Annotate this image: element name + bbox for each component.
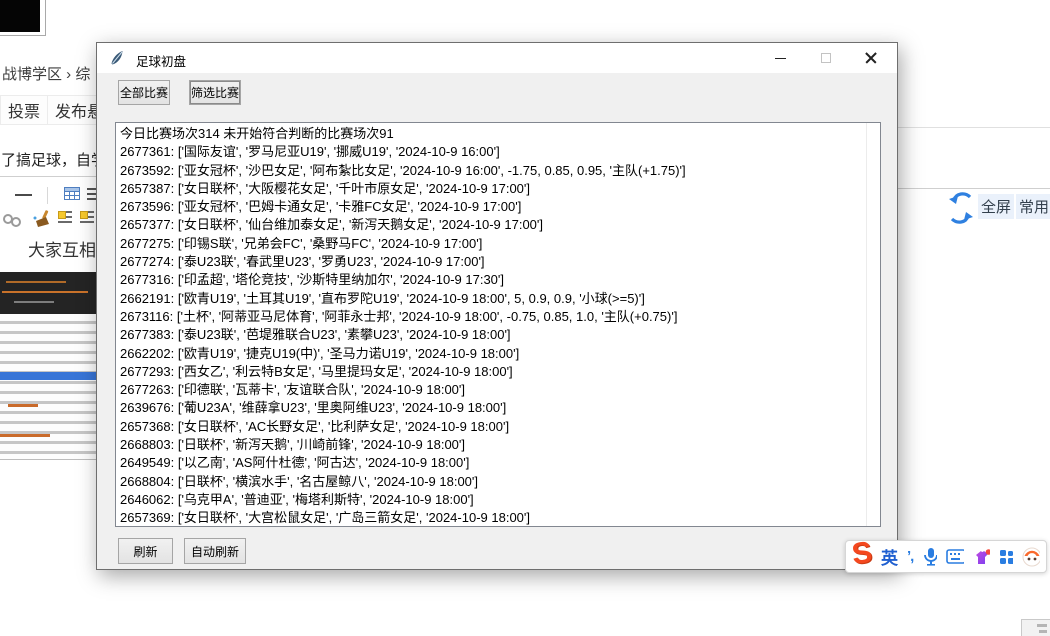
title-field-underline (0, 176, 96, 177)
taskbar-flyout-fragment (1021, 619, 1050, 636)
apps-grid-icon[interactable] (999, 549, 1013, 565)
window-title: 足球初盘 (136, 51, 186, 70)
log-line: 2646062: ['乌克甲A', '普迪亚', '梅塔利斯特', '2024-… (120, 491, 864, 509)
log-line: 2662202: ['欧青U19', '捷克U19(中)', '圣马力诺U19'… (120, 345, 864, 363)
redo-icon[interactable] (948, 211, 974, 227)
filter-matches-button[interactable]: 筛选比赛 (189, 80, 241, 105)
all-matches-button[interactable]: 全部比赛 (118, 80, 170, 105)
ime-english-mode[interactable]: 英 (881, 544, 898, 569)
log-line: 2657368: ['女日联杯', 'AC长野女足', '比利萨女足', '20… (120, 418, 864, 436)
image-list-icon[interactable] (80, 211, 94, 225)
post-title-text: 了搞足球，自学 (1, 149, 106, 170)
log-line: 2677361: ['国际友谊', '罗马尼亚U19', '挪威U19', '2… (120, 143, 864, 161)
maximize-button[interactable] (803, 43, 848, 73)
code-text-line (6, 281, 66, 283)
horizontal-rule-icon[interactable] (15, 194, 32, 196)
log-line: 2677383: ['泰U23联', '芭堤雅联合U23', '素攀U23', … (120, 326, 864, 344)
log-line: 2639676: ['葡U23A', '维薛拿U23', '里奥阿维U23', … (120, 399, 864, 417)
image-list-icon[interactable] (58, 211, 72, 225)
sogou-logo-icon[interactable]: S (850, 537, 874, 569)
match-lines: 2677361: ['国际友谊', '罗马尼亚U19', '挪威U19', '2… (120, 143, 864, 527)
fragment-line (1039, 630, 1047, 633)
tk-feather-icon (109, 50, 125, 66)
log-line: 2668803: ['日联杯', '新泻天鹅', '川崎前锋', '2024-1… (120, 436, 864, 454)
log-line: 2662191: ['欧青U19', '土耳其U19', '直布罗陀U19', … (120, 290, 864, 308)
match-log-textarea[interactable]: 今日比赛场次314 未开始符合判断的比赛场次91 2677361: ['国际友谊… (115, 122, 881, 527)
summary-line: 今日比赛场次314 未开始符合判断的比赛场次91 (120, 125, 864, 143)
close-button[interactable] (848, 43, 893, 73)
log-line: 2668804: ['日联杯', '横滨水手', '名古屋鲸八', '2024-… (120, 473, 864, 491)
refresh-button[interactable]: 刷新 (118, 538, 173, 564)
common-tools-button[interactable]: 常用 (1016, 194, 1050, 219)
minimize-button[interactable] (758, 43, 803, 73)
skin-theme-icon[interactable] (973, 548, 990, 566)
log-line: 2677316: ['印孟超', '塔伦竞技', '沙斯特里纳加尔', '202… (120, 271, 864, 289)
code-text-line (14, 301, 54, 303)
log-line: 2649549: ['以乙南', 'AS阿什杜德', '阿古达', '2024-… (120, 454, 864, 472)
undo-icon[interactable] (948, 189, 974, 205)
clean-format-broom-icon[interactable] (32, 209, 52, 229)
micro-text (0, 434, 50, 437)
selected-row-highlight (0, 372, 96, 380)
log-line: 2673592: ['亚女冠杯', '沙巴女足', '阿布紮比女足', '202… (120, 162, 864, 180)
emoji-face-icon[interactable] (1022, 547, 1040, 567)
fullscreen-button[interactable]: 全屏 (978, 194, 1014, 219)
log-line: 2677263: ['印德联', '瓦蒂卡', '友谊联合队', '2024-1… (120, 381, 864, 399)
divider-line (897, 127, 1050, 128)
fragment-line (1037, 624, 1047, 627)
insert-table-icon[interactable] (64, 187, 80, 200)
keyboard-icon[interactable] (946, 549, 964, 564)
log-line: 2673596: ['亚女冠杯', '巴姆卡通女足', '卡雅FC女足', '2… (120, 198, 864, 216)
log-line: 2657369: ['女日联杯', '大宫松鼠女足', '广岛三箭女足', '2… (120, 509, 864, 527)
toolbar-separator (47, 187, 48, 204)
log-line: 2657377: ['女日联杯', '仙台维加泰女足', '新泻天鹅女足', '… (120, 216, 864, 234)
video-thumbnail-frame (0, 0, 46, 36)
maximize-icon (821, 53, 831, 63)
video-thumbnail (0, 0, 40, 32)
unlink-icon[interactable] (11, 217, 21, 227)
auto-refresh-button[interactable]: 自动刷新 (184, 538, 246, 564)
log-line: 2657387: ['女日联杯', '大阪樱花女足', '千叶市原女足', '2… (120, 180, 864, 198)
title-bar[interactable]: 足球初盘 (97, 43, 897, 73)
scrollbar-track[interactable] (866, 123, 867, 526)
log-line: 2677275: ['印锡S联', '兄弟会FC', '桑野马FC', '202… (120, 235, 864, 253)
log-line: 2677293: ['西女乙', '利云特B女足', '马里提玛女足', '20… (120, 363, 864, 381)
breadcrumb[interactable]: 战博学区 › 综 (2, 63, 90, 84)
minimize-icon (775, 58, 786, 59)
sogou-ime-toolbar: S 英 ’, (845, 540, 1047, 573)
attached-screenshot-image[interactable] (0, 272, 96, 462)
ime-punctuation-icon[interactable]: ’, (907, 548, 913, 565)
micro-text (8, 404, 38, 407)
code-editor-region (0, 272, 96, 314)
close-icon (865, 52, 877, 64)
tab-poll[interactable]: 投票 (0, 95, 48, 125)
match-list-region (0, 314, 96, 460)
football-odds-window: 足球初盘 全部比赛 筛选比赛 今日比赛场次314 未开始符合判断的比赛场次91 … (96, 42, 898, 570)
code-text-line (2, 291, 88, 293)
microphone-icon[interactable] (922, 547, 937, 566)
log-line: 2673116: ['土杯', '阿蒂亚马尼体育', '阿菲永士邦', '202… (120, 308, 864, 326)
log-line: 2677274: ['泰U23联', '春武里U23', '罗勇U23', '2… (120, 253, 864, 271)
